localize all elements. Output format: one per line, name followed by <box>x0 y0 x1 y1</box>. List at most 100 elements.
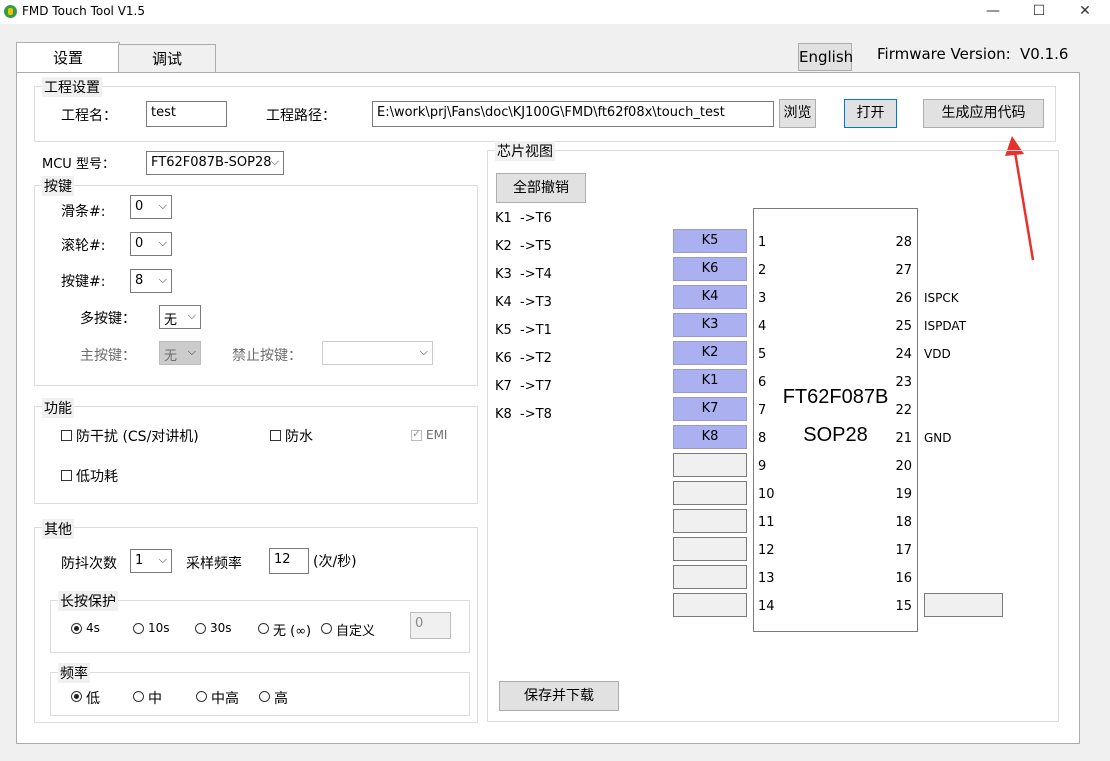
forbid-key-select: ⌵ <box>322 341 433 365</box>
longpress-none-radio[interactable] <box>258 623 269 634</box>
slider-count-select[interactable]: 0 ⌵ <box>130 195 172 219</box>
chevron-down-icon: ⌵ <box>158 199 167 212</box>
longpress-custom-radio[interactable] <box>321 623 332 634</box>
mcu-value: FT62F087B-SOP28 <box>151 155 272 170</box>
save-download-button[interactable]: 保存并下载 <box>499 681 619 711</box>
low-power-checkbox[interactable] <box>61 470 72 481</box>
mcu-select[interactable]: FT62F087B-SOP28 ⌵ <box>146 151 284 175</box>
freq-high-radio[interactable] <box>259 691 270 702</box>
keys-title: 按键 <box>42 176 74 196</box>
pin-key-slot-empty[interactable] <box>673 565 747 589</box>
anti-interference-label: 防干扰 (CS/对讲机) <box>76 429 199 445</box>
english-button[interactable]: English <box>798 43 853 71</box>
pin15-key-slot[interactable] <box>924 593 1003 617</box>
button-count-select[interactable]: 8 ⌵ <box>130 269 172 293</box>
multi-key-select[interactable]: 无 ⌵ <box>159 305 201 329</box>
pin-number-right: 21 <box>895 431 912 446</box>
pin-key-k2[interactable]: K2 <box>673 341 747 365</box>
key-mapping-item: K1 ->T6 <box>495 211 552 226</box>
undo-all-button[interactable]: 全部撤销 <box>496 173 586 203</box>
sample-rate-label: 采样频率 <box>186 556 242 572</box>
maximize-button[interactable]: ☐ <box>1016 0 1062 24</box>
other-title: 其他 <box>42 519 74 539</box>
pin-key-k5[interactable]: K5 <box>673 229 747 253</box>
chevron-down-icon: ⌵ <box>187 345 196 358</box>
firmware-label: Firmware Version: <box>877 45 1011 63</box>
pin-key-k3[interactable]: K3 <box>673 313 747 337</box>
pin-number-right: 16 <box>895 571 912 586</box>
pin-number-left: 4 <box>758 319 767 334</box>
main-key-value: 无 <box>164 349 178 364</box>
project-name-input[interactable]: test <box>146 101 227 127</box>
pin-key-slot-empty[interactable] <box>673 453 747 477</box>
pin-number-left: 8 <box>758 431 767 446</box>
sample-rate-input[interactable]: 12 <box>269 548 309 574</box>
pin-key-slot-empty[interactable] <box>673 481 747 505</box>
pin-function-label: ISPDAT <box>924 319 967 333</box>
anti-interference-checkbox[interactable] <box>61 430 72 441</box>
longpress-4s-radio[interactable] <box>71 623 82 634</box>
frequency-title: 频率 <box>58 663 90 683</box>
chevron-down-icon: ⌵ <box>270 155 279 168</box>
freq-low-radio[interactable] <box>71 691 82 702</box>
pin-key-slot-empty[interactable] <box>673 537 747 561</box>
project-path-input[interactable]: E:\work\prj\Fans\doc\KJ100G\FMD\ft62f08x… <box>372 101 774 127</box>
pin-number-right: 17 <box>895 543 912 558</box>
key-mapping-item: K8 ->T8 <box>495 407 552 422</box>
longpress-30s-radio[interactable] <box>195 623 206 634</box>
tab-settings[interactable]: 设置 <box>16 42 120 73</box>
low-power-label: 低功耗 <box>76 469 118 485</box>
freq-midhigh-radio[interactable] <box>196 691 207 702</box>
pin-number-left: 10 <box>758 487 775 502</box>
pin-number-left: 9 <box>758 459 767 474</box>
key-mapping-item: K7 ->T7 <box>495 379 552 394</box>
pin-key-k8[interactable]: K8 <box>673 425 747 449</box>
key-mapping-item: K6 ->T2 <box>495 351 552 366</box>
browse-button[interactable]: 浏览 <box>779 99 816 128</box>
pin-number-left: 11 <box>758 515 775 530</box>
window-title: FMD Touch Tool V1.5 <box>22 4 145 18</box>
pin-number-left: 13 <box>758 571 775 586</box>
generate-code-button[interactable]: 生成应用代码 <box>923 99 1044 128</box>
pin-key-k7[interactable]: K7 <box>673 397 747 421</box>
pin-number-right: 25 <box>895 319 912 334</box>
key-mapping-item: K3 ->T4 <box>495 267 552 282</box>
longpress-10s-radio[interactable] <box>133 623 144 634</box>
pin-key-k4[interactable]: K4 <box>673 285 747 309</box>
mcu-label: MCU 型号： <box>42 157 115 172</box>
key-mapping-item: K2 ->T5 <box>495 239 552 254</box>
minimize-button[interactable]: — <box>970 0 1016 24</box>
debounce-select[interactable]: 1 ⌵ <box>130 549 172 573</box>
check-icon: ✓ <box>412 427 422 440</box>
open-button[interactable]: 打开 <box>844 99 897 128</box>
button-count-label: 按键#: <box>61 274 106 290</box>
longpress-4s-label: 4s <box>86 621 100 635</box>
pin-number-right: 22 <box>895 403 912 418</box>
chevron-down-icon: ⌵ <box>419 345 428 358</box>
key-mapping-item: K4 ->T3 <box>495 295 552 310</box>
debounce-label: 防抖次数 <box>61 556 117 572</box>
close-button[interactable]: ✕ <box>1062 0 1108 24</box>
tab-debug[interactable]: 调试 <box>118 44 216 73</box>
freq-high-label: 高 <box>274 691 288 707</box>
function-group <box>34 406 478 504</box>
pin-number-right: 19 <box>895 487 912 502</box>
sample-rate-unit: (次/秒) <box>313 554 357 570</box>
pin-number-left: 12 <box>758 543 775 558</box>
freq-mid-radio[interactable] <box>133 691 144 702</box>
slider-count-value: 0 <box>135 199 144 214</box>
pin-key-k6[interactable]: K6 <box>673 257 747 281</box>
wheel-count-select[interactable]: 0 ⌵ <box>130 232 172 256</box>
project-settings-title: 工程设置 <box>42 77 102 97</box>
pin-number-left: 6 <box>758 375 767 390</box>
pin-key-slot-empty[interactable] <box>673 593 747 617</box>
pin-key-k1[interactable]: K1 <box>673 369 747 393</box>
function-title: 功能 <box>42 398 74 418</box>
waterproof-checkbox[interactable] <box>270 430 281 441</box>
longpress-10s-label: 10s <box>148 621 170 635</box>
pin-key-slot-empty[interactable] <box>673 509 747 533</box>
longpress-custom-label: 自定义 <box>336 624 376 639</box>
pin-number-right: 24 <box>895 347 912 362</box>
main-key-label: 主按键： <box>80 348 136 364</box>
firmware-version: V0.1.6 <box>1020 45 1069 63</box>
